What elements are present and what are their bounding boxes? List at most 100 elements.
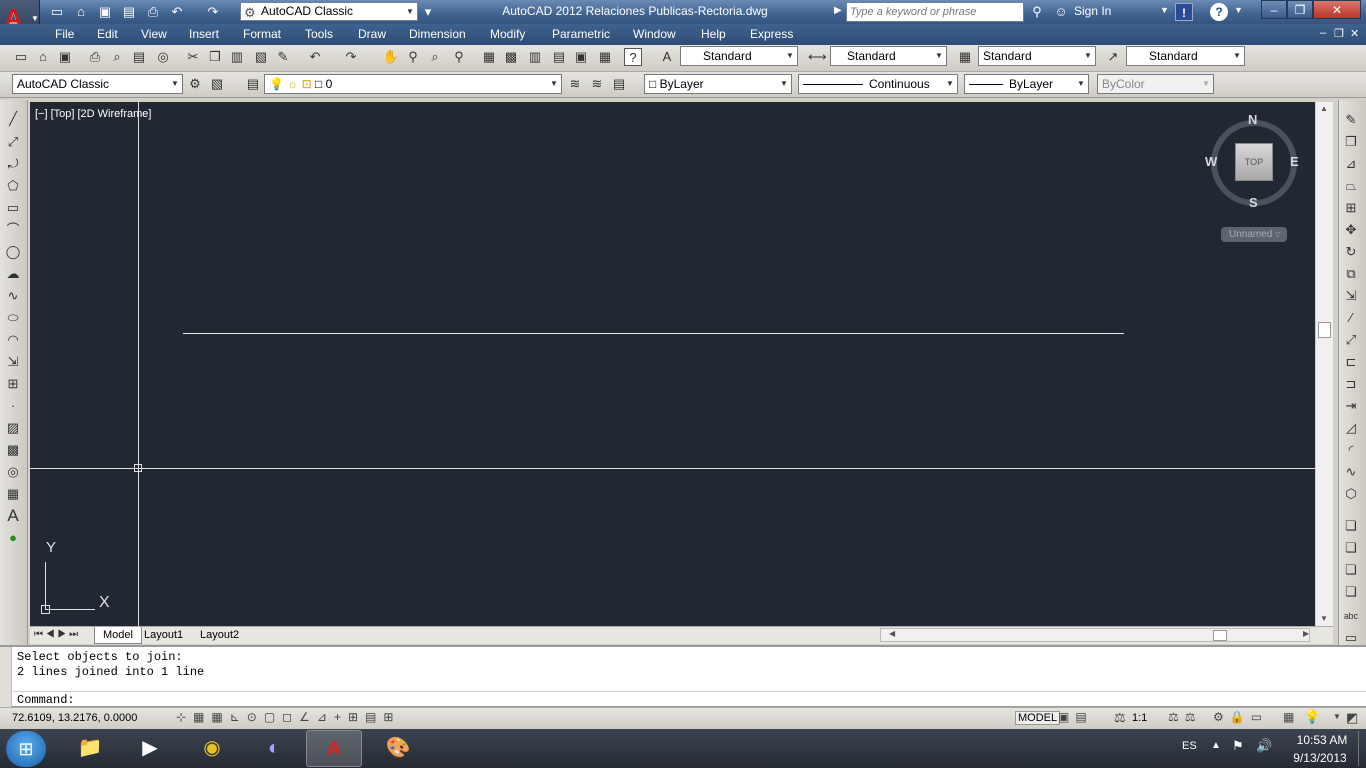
scroll-down-icon[interactable]: ▼ — [1320, 614, 1328, 623]
markup-icon[interactable]: ▣ — [572, 48, 590, 66]
isolate-objects-icon[interactable]: 💡 — [1304, 709, 1320, 725]
media-player-icon[interactable]: ▶ — [122, 730, 178, 767]
vertical-scrollbar[interactable]: ▲ ▼ — [1315, 102, 1333, 626]
drafting-toggles[interactable]: ⊹▦▦⊾⊙▢◻∠⊿+⊞▤⊞ — [176, 710, 400, 724]
spline-icon[interactable]: ∿ — [4, 287, 22, 305]
command-grip[interactable] — [0, 647, 12, 707]
scroll-up-icon[interactable]: ▲ — [1320, 104, 1328, 113]
join-icon[interactable]: ⇥ — [1342, 397, 1360, 415]
workspace-switching-icons[interactable]: ⚙🔒▭ — [1213, 710, 1268, 724]
text-style-icon[interactable]: A — [658, 48, 676, 66]
menu-help[interactable]: Help — [701, 27, 726, 41]
layer-dropdown[interactable]: 💡 ☼ ⊡ □ 0 ▼ — [264, 74, 562, 94]
paint-icon[interactable]: 🎨 — [370, 730, 426, 767]
gradient-icon[interactable]: ▩ — [4, 441, 22, 459]
save-icon[interactable]: ▣ — [56, 48, 74, 66]
zoom-previous-icon[interactable]: ⚲ — [450, 48, 468, 66]
menu-view[interactable]: View — [141, 27, 167, 41]
redo-icon[interactable]: ↷ — [342, 48, 360, 66]
plot-icon[interactable]: ⎙ — [86, 48, 104, 66]
sign-in-link[interactable]: Sign In — [1074, 4, 1111, 18]
menu-window[interactable]: Window — [633, 27, 676, 41]
scroll-left-icon[interactable]: ◀ — [889, 629, 895, 638]
maximize-button[interactable]: ❐ — [1287, 0, 1313, 19]
construction-line-icon[interactable]: ⤢ — [4, 133, 22, 151]
hatch-icon[interactable]: ▨ — [4, 419, 22, 437]
ellipse-arc-icon[interactable]: ◠ — [4, 331, 22, 349]
undo-icon[interactable]: ↶ — [306, 48, 324, 66]
model-space-button[interactable]: MODEL — [1015, 711, 1061, 725]
chamfer-icon[interactable]: ◿ — [1342, 419, 1360, 437]
draworder-above-icon[interactable]: ❏ — [1342, 561, 1360, 579]
cut-icon[interactable]: ✂ — [184, 48, 202, 66]
doc-close-button[interactable]: ✕ — [1350, 27, 1359, 40]
menu-tools[interactable]: Tools — [305, 27, 333, 41]
make-current-layer-icon[interactable]: ≋ — [566, 75, 584, 93]
draworder-front-icon[interactable]: ❏ — [1342, 517, 1360, 535]
line-icon[interactable]: ╱ — [4, 110, 22, 128]
table-style-icon[interactable]: ▦ — [956, 48, 974, 66]
ucs-menu[interactable]: Unnamed ▽ — [1221, 227, 1287, 242]
app-icon[interactable]: ◐ — [246, 730, 302, 767]
paste-icon[interactable]: ▥ — [228, 48, 246, 66]
plot-icon[interactable]: ⎙ — [144, 3, 162, 21]
linetype-dropdown[interactable]: Continuous ▼ — [798, 74, 958, 94]
region-icon[interactable]: ◎ — [4, 463, 22, 481]
text-front-icon[interactable]: ᵃᵇᶜ — [1342, 609, 1360, 627]
design-center-icon[interactable]: ▩ — [502, 48, 520, 66]
plot-preview-icon[interactable]: ⌕ — [108, 48, 126, 66]
arc-icon[interactable]: ⌒ — [4, 221, 22, 239]
show-hidden-icons[interactable]: ▲ — [1211, 740, 1221, 751]
copy-object-icon[interactable]: ❐ — [1342, 133, 1360, 151]
dim-style-icon[interactable]: ⟷ — [808, 48, 827, 66]
volume-icon[interactable]: 🔊 — [1256, 738, 1272, 754]
point-icon[interactable]: · — [4, 397, 22, 415]
draworder-back-icon[interactable]: ❏ — [1342, 539, 1360, 557]
fillet-icon[interactable]: ◜ — [1342, 441, 1360, 459]
first-tab-icon[interactable]: ⏮ ◀ ▶ ⏭ — [34, 629, 78, 640]
explode-icon[interactable]: ⬡ — [1342, 485, 1360, 503]
explorer-icon[interactable]: 📁 — [62, 730, 118, 767]
drawing-canvas[interactable]: [−] [Top] [2D Wireframe] TOP N S E W Unn… — [30, 102, 1315, 626]
match-properties-icon[interactable]: ▧ — [252, 48, 270, 66]
table-style-dropdown[interactable]: Standard ▼ — [978, 46, 1096, 66]
show-desktop-button[interactable] — [1358, 731, 1366, 766]
3d-dwf-icon[interactable]: ◎ — [154, 48, 172, 66]
table-icon[interactable]: ▦ — [4, 485, 22, 503]
rectangle-icon[interactable]: ▭ — [4, 199, 22, 217]
add-selected-icon[interactable]: ● — [4, 529, 22, 547]
scroll-thumb[interactable] — [1213, 630, 1227, 641]
polygon-icon[interactable]: ⬠ — [4, 177, 22, 195]
array-icon[interactable]: ⊞ — [1342, 199, 1360, 217]
blend-curves-icon[interactable]: ∿ — [1342, 463, 1360, 481]
pan-icon[interactable]: ✋ — [382, 48, 400, 66]
tab-model[interactable]: Model — [94, 627, 142, 644]
autocad-taskbar-icon[interactable]: A — [306, 730, 362, 767]
block-editor-icon[interactable]: ✎ — [274, 48, 292, 66]
publish-icon[interactable]: ▤ — [130, 48, 148, 66]
help-icon[interactable]: ? — [624, 48, 642, 66]
revision-cloud-icon[interactable]: ☁ — [4, 265, 22, 283]
properties-icon[interactable]: ▦ — [480, 48, 498, 66]
chevron-down-icon[interactable]: ▼ — [1160, 5, 1169, 15]
extend-icon[interactable]: ⤢ — [1342, 331, 1360, 349]
menu-insert[interactable]: Insert — [189, 27, 219, 41]
open-icon[interactable]: ⌂ — [34, 48, 52, 66]
horizontal-scrollbar[interactable]: ◀ ▶ — [880, 628, 1310, 642]
scroll-thumb[interactable] — [1318, 322, 1331, 338]
help-icon[interactable]: ? — [1210, 3, 1228, 21]
viewport-controls-label[interactable]: [−] [Top] [2D Wireframe] — [35, 108, 151, 120]
make-block-icon[interactable]: ⊞ — [4, 375, 22, 393]
new-icon[interactable]: ▭ — [12, 48, 30, 66]
clock-date[interactable]: 9/13/2013 — [1290, 751, 1350, 765]
menu-modify[interactable]: Modify — [490, 27, 525, 41]
menu-edit[interactable]: Edit — [97, 27, 118, 41]
zoom-window-icon[interactable]: ⌕ — [426, 48, 444, 66]
menu-dimension[interactable]: Dimension — [409, 27, 466, 41]
workspace-dropdown[interactable]: ⚙ AutoCAD Classic ▼ — [240, 2, 418, 21]
tab-layout2[interactable]: Layout2 — [200, 629, 239, 641]
offset-icon[interactable]: ⏢ — [1342, 177, 1360, 195]
calculator-icon[interactable]: ▦ — [596, 48, 614, 66]
annotation-scale-icon[interactable]: ⚖ — [1114, 710, 1126, 726]
sheet-set-icon[interactable]: ▤ — [550, 48, 568, 66]
